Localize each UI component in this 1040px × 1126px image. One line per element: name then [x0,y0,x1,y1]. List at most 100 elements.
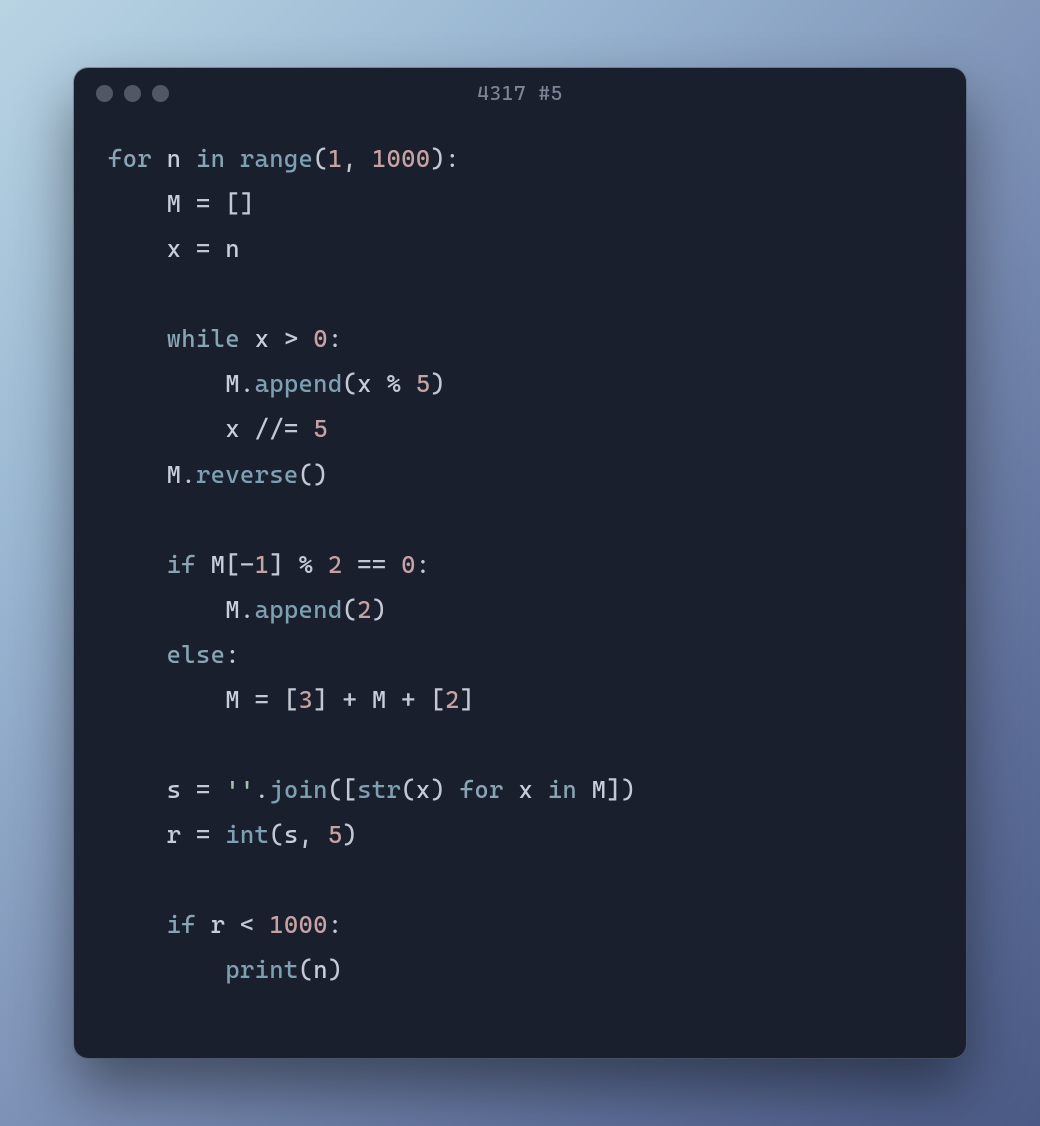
fn-reverse: reverse [196,460,299,489]
colon: : [328,910,343,939]
indent [108,595,225,624]
paren: ( [269,820,284,849]
brackets: [] [225,189,254,218]
string: '' [225,775,254,804]
eq: = [181,820,225,849]
num: 3 [299,685,314,714]
op: > [269,324,313,353]
eq: = [181,775,225,804]
titlebar: 4317 #5 [74,68,966,118]
paren: ( [299,955,314,984]
bracket: [ [430,685,445,714]
num: 5 [328,820,343,849]
bracket: ] [313,685,328,714]
op: % [372,369,416,398]
parens: () [299,460,328,489]
keyword-else: else [167,640,226,669]
indent [108,414,225,443]
var: r [167,820,182,849]
indent [108,550,167,579]
var: n [313,955,328,984]
indent [108,640,167,669]
var: x [255,324,270,353]
keyword-while: while [167,324,240,353]
var: x [416,775,431,804]
indent [108,775,167,804]
indent [108,820,167,849]
var: n [225,234,240,263]
comma: , [299,820,328,849]
op: == [343,550,402,579]
num: 1 [328,144,343,173]
var: M [225,685,240,714]
colon: : [225,640,240,669]
dot: . [240,369,255,398]
indent [108,369,225,398]
dot: . [240,595,255,624]
comma: , [343,144,372,173]
indent [108,234,167,263]
bracket: ] [460,685,475,714]
fn-str: str [357,775,401,804]
op: + [328,685,372,714]
maximize-icon[interactable] [152,85,169,102]
minimize-icon[interactable] [124,85,141,102]
var: M [211,550,226,579]
close-icon[interactable] [96,85,113,102]
op: + [386,685,430,714]
num: 1 [255,550,270,579]
var: M [167,460,182,489]
fn-append: append [255,595,343,624]
paren: ([ [328,775,357,804]
paren: ): [430,144,459,173]
paren: ]) [606,775,635,804]
keyword-in: in [548,775,577,804]
var: x [518,775,533,804]
op: < [225,910,269,939]
var: M [225,595,240,624]
bracket: [- [225,550,254,579]
num: 0 [313,324,328,353]
paren: ( [343,595,358,624]
fn-print: print [225,955,298,984]
num: 5 [313,414,328,443]
eq: = [181,234,225,263]
var: M [592,775,607,804]
indent [108,685,225,714]
indent [108,910,167,939]
fn-int: int [225,820,269,849]
num: 2 [357,595,372,624]
keyword-for: for [460,775,504,804]
keyword-if: if [167,550,196,579]
paren: ) [430,369,445,398]
num: 0 [401,550,416,579]
code-area: for n in range(1, 1000): M = [] x = n wh… [74,118,966,1022]
dot: . [255,775,270,804]
var: x [357,369,372,398]
var: M [372,685,387,714]
eq: = [181,189,225,218]
code-window: 4317 #5 for n in range(1, 1000): M = [] … [74,68,966,1058]
paren: ( [343,369,358,398]
var: s [167,775,182,804]
window-title: 4317 #5 [74,81,966,105]
keyword-if: if [167,910,196,939]
var: x [225,414,240,443]
indent [108,324,167,353]
paren: ( [401,775,416,804]
eq: = [240,685,284,714]
num: 1000 [269,910,328,939]
traffic-lights [96,85,169,102]
colon: : [328,324,343,353]
var: M [167,189,182,218]
var: r [211,910,226,939]
dot: . [181,460,196,489]
op: % [284,550,328,579]
paren: ) [328,955,343,984]
var: s [284,820,299,849]
paren: ) [430,775,445,804]
var: n [167,144,182,173]
indent [108,460,167,489]
paren: ( [313,144,328,173]
fn-append: append [255,369,343,398]
